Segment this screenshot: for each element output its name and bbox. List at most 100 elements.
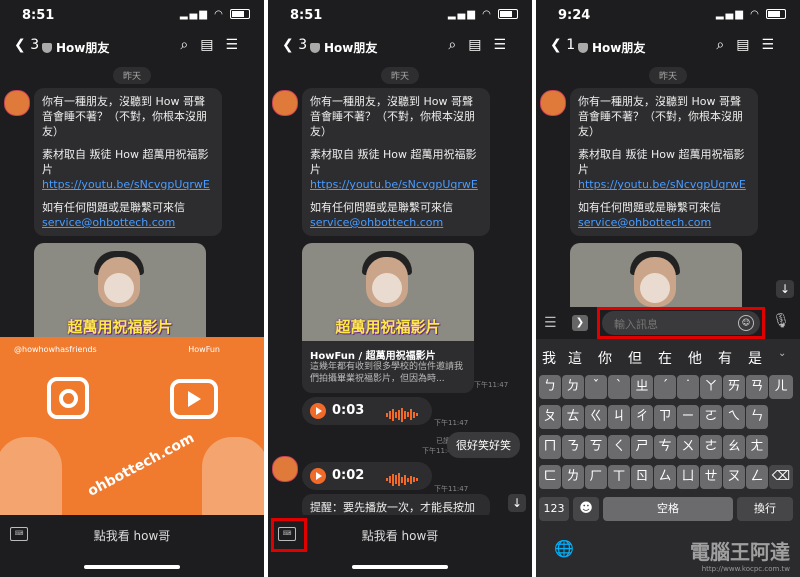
key-row-1: ㄅ ㄉ ˇ ˋ ㄓ ˊ ˙ ㄚ ㄞ ㄢ ㄦ bbox=[539, 375, 797, 399]
menu-icon[interactable]: ☰ bbox=[225, 37, 250, 53]
emoji-key[interactable]: ☻ bbox=[573, 497, 599, 521]
numbers-key[interactable]: 123 bbox=[539, 497, 569, 521]
key[interactable]: ㄢ bbox=[746, 375, 768, 399]
key[interactable]: ㄉ bbox=[562, 375, 584, 399]
key[interactable]: ˋ bbox=[608, 375, 630, 399]
key[interactable]: ㄓ bbox=[631, 375, 653, 399]
key[interactable]: ㄡ bbox=[723, 465, 745, 489]
key[interactable]: ㄅ bbox=[539, 375, 561, 399]
search-icon[interactable]: ⌕ bbox=[716, 37, 736, 53]
key[interactable]: ㄜ bbox=[700, 435, 722, 459]
voice-message-2[interactable]: 0:02 bbox=[302, 462, 432, 490]
key[interactable]: ㄈ bbox=[539, 465, 561, 489]
key[interactable]: ㄕ bbox=[631, 435, 653, 459]
key[interactable]: ㄗ bbox=[654, 405, 676, 429]
menu-icon[interactable]: ☰ bbox=[761, 37, 786, 53]
candidate[interactable]: 但 bbox=[628, 348, 642, 368]
key[interactable]: ㄆ bbox=[539, 405, 561, 429]
email-link[interactable]: service@ohbottech.com bbox=[578, 216, 711, 229]
back-button[interactable]: ❮ 1 bbox=[550, 37, 575, 53]
menu-icon[interactable]: ☰ bbox=[493, 37, 518, 53]
play-icon[interactable] bbox=[310, 468, 326, 484]
notes-icon[interactable]: ▤ bbox=[468, 37, 493, 53]
candidate[interactable]: 他 bbox=[688, 348, 702, 368]
key[interactable]: ㄖ bbox=[631, 465, 653, 489]
avatar[interactable] bbox=[540, 90, 566, 116]
key[interactable]: ㄊ bbox=[562, 405, 584, 429]
candidate[interactable]: 我 bbox=[542, 348, 556, 368]
key[interactable]: ㄔ bbox=[631, 405, 653, 429]
video-thumbnail[interactable] bbox=[570, 243, 742, 307]
key[interactable]: ㄎ bbox=[585, 435, 607, 459]
instagram-icon[interactable] bbox=[47, 377, 89, 419]
candidate[interactable]: 你 bbox=[598, 348, 612, 368]
search-icon[interactable]: ⌕ bbox=[448, 37, 468, 53]
email-link[interactable]: service@ohbottech.com bbox=[310, 216, 443, 229]
key[interactable]: ㄙ bbox=[654, 465, 676, 489]
key[interactable]: ㄏ bbox=[585, 465, 607, 489]
return-key[interactable]: 換行 bbox=[737, 497, 793, 521]
key[interactable]: ㄟ bbox=[723, 405, 745, 429]
microphone-icon[interactable]: 🎙 bbox=[772, 313, 790, 329]
promo-banner[interactable]: @howhowhasfriends HowFun ohbottech.com bbox=[0, 337, 264, 515]
key[interactable]: ㄦ bbox=[769, 375, 793, 399]
key[interactable]: ㄇ bbox=[539, 435, 561, 459]
key[interactable]: ㄘ bbox=[654, 435, 676, 459]
delete-key[interactable]: ⌫ bbox=[769, 465, 793, 489]
key[interactable]: ˙ bbox=[677, 375, 699, 399]
key[interactable]: ㄤ bbox=[746, 435, 768, 459]
key[interactable]: ㄒ bbox=[608, 465, 630, 489]
back-button[interactable]: ❮ 3 bbox=[282, 37, 307, 53]
youtube-link[interactable]: https://youtu.be/sNcvgpUqrwE bbox=[578, 178, 746, 191]
candidate[interactable]: 在 bbox=[658, 348, 672, 368]
key[interactable]: ㄣ bbox=[746, 405, 768, 429]
back-button[interactable]: ❮ 3 bbox=[14, 37, 39, 53]
key[interactable]: ㄚ bbox=[700, 375, 722, 399]
video-thumbnail[interactable]: 超萬用祝福影片 bbox=[34, 243, 206, 341]
candidate[interactable]: 是 bbox=[748, 348, 762, 368]
chevron-down-icon[interactable]: ⌄ bbox=[778, 348, 786, 359]
watermark-url: http://www.kocpc.com.tw bbox=[701, 565, 790, 573]
space-key[interactable]: 空格 bbox=[603, 497, 733, 521]
key[interactable]: ㄑ bbox=[608, 435, 630, 459]
video-thumbnail[interactable]: 超萬用祝福影片 bbox=[302, 243, 474, 341]
expand-arrow-icon[interactable]: ❯ bbox=[572, 315, 588, 331]
key[interactable]: ㄐ bbox=[608, 405, 630, 429]
link-preview-card[interactable]: HowFun / 超萬用祝福影片 這幾年都有收到很多學校的信件邀請我們拍攝畢業祝… bbox=[302, 341, 474, 393]
key[interactable]: ㄧ bbox=[677, 405, 699, 429]
key[interactable]: ㄩ bbox=[677, 465, 699, 489]
key[interactable]: ㄞ bbox=[723, 375, 745, 399]
header-tools: ⌕▤☰ bbox=[716, 37, 786, 53]
play-icon[interactable] bbox=[310, 403, 326, 419]
key[interactable]: ㄋ bbox=[562, 435, 584, 459]
scroll-down-button[interactable]: ↓ bbox=[508, 494, 526, 512]
key[interactable]: ㄥ bbox=[746, 465, 768, 489]
avatar[interactable] bbox=[272, 456, 298, 482]
search-icon[interactable]: ⌕ bbox=[180, 37, 200, 53]
key[interactable]: ㄠ bbox=[723, 435, 745, 459]
notes-icon[interactable]: ▤ bbox=[736, 37, 761, 53]
message-source: 素材取自 叛徒 How 超萬用祝福影片 bbox=[578, 148, 745, 176]
notes-icon[interactable]: ▤ bbox=[200, 37, 225, 53]
youtube-link[interactable]: https://youtu.be/sNcvgpUqrwE bbox=[42, 178, 210, 191]
key[interactable]: ˊ bbox=[654, 375, 676, 399]
key[interactable]: ㄛ bbox=[700, 405, 722, 429]
key[interactable]: ㄌ bbox=[562, 465, 584, 489]
youtube-link[interactable]: https://youtu.be/sNcvgpUqrwE bbox=[310, 178, 478, 191]
play-icon[interactable] bbox=[104, 273, 134, 303]
email-link[interactable]: service@ohbottech.com bbox=[42, 216, 175, 229]
key[interactable]: ㄍ bbox=[585, 405, 607, 429]
menu-list-icon[interactable]: ☰ bbox=[544, 315, 557, 331]
voice-message-1[interactable]: 0:03 bbox=[302, 397, 432, 425]
candidate[interactable]: 這 bbox=[568, 348, 582, 368]
avatar[interactable] bbox=[4, 90, 30, 116]
play-icon[interactable] bbox=[640, 273, 670, 303]
youtube-icon[interactable] bbox=[170, 379, 218, 419]
play-icon[interactable] bbox=[372, 273, 402, 303]
key[interactable]: ㄨ bbox=[677, 435, 699, 459]
candidate[interactable]: 有 bbox=[718, 348, 732, 368]
avatar[interactable] bbox=[272, 90, 298, 116]
key[interactable]: ˇ bbox=[585, 375, 607, 399]
key[interactable]: ㄝ bbox=[700, 465, 722, 489]
scroll-down-button[interactable]: ↓ bbox=[776, 280, 794, 298]
